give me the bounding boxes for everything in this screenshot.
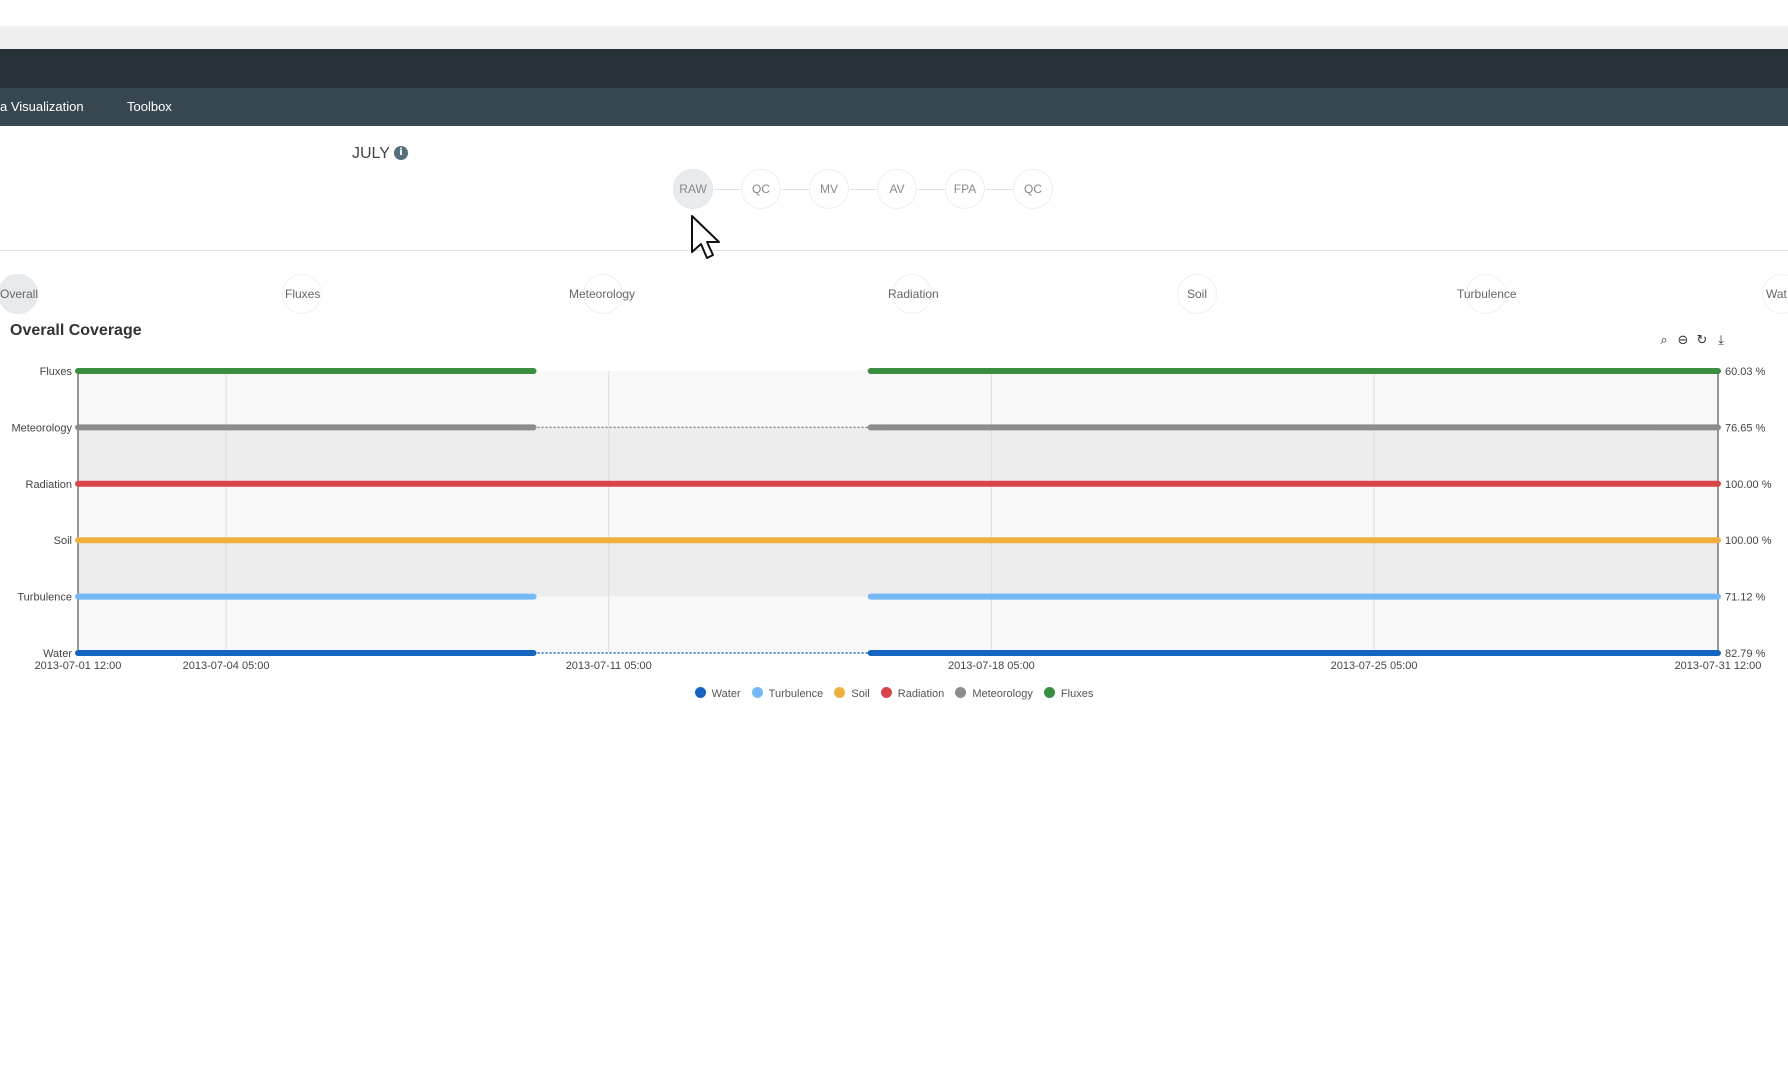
y-tick-label: Turbulence [17, 592, 72, 604]
coverage-label: 71.12 % [1725, 592, 1766, 604]
chart-legend: Water Turbulence Soil Radiation Meteorol… [0, 687, 1788, 700]
legend-label: Radiation [897, 688, 945, 700]
step-fpa-button[interactable]: FPA [945, 169, 985, 209]
legend-item-radiation[interactable]: Radiation [880, 687, 945, 700]
y-tick-label: Water [43, 648, 72, 660]
x-tick-label: 2013-07-31 12:00 [1675, 660, 1762, 672]
legend-label: Turbulence [768, 688, 824, 700]
legend-dot [694, 687, 706, 698]
month-label: JULY [352, 145, 390, 162]
legend-item-fluxes[interactable]: Fluxes [1043, 687, 1094, 700]
main-navbar: a Visualization Toolbox [0, 88, 1788, 126]
tab-soil[interactable]: Soil [1187, 274, 1207, 314]
plot-band [78, 371, 1718, 428]
app-header-bar [0, 49, 1788, 88]
tab-turbulence[interactable]: Turbulence [1457, 274, 1517, 314]
legend-item-turbulence[interactable]: Turbulence [751, 687, 824, 700]
y-tick-label: Soil [54, 535, 72, 547]
legend-item-meteorology[interactable]: Meteorology [955, 687, 1033, 700]
plot-band [78, 483, 1718, 541]
legend-dot [880, 687, 892, 698]
step-connector [918, 189, 946, 190]
legend-dot [955, 687, 967, 698]
tab-meteorology[interactable]: Meteorology [569, 274, 635, 314]
mouse-cursor-icon [691, 215, 720, 259]
legend-label: Meteorology [972, 688, 1033, 700]
coverage-label: 100.00 % [1725, 479, 1772, 491]
zoom-out-icon[interactable]: ⊖ [1675, 332, 1691, 348]
step-connector [714, 189, 742, 190]
x-tick-label: 2013-07-25 05:00 [1331, 660, 1418, 672]
plot-band [78, 596, 1718, 653]
zoom-in-icon[interactable]: ⌕ [1656, 332, 1672, 348]
step-av-button[interactable]: AV [877, 169, 917, 209]
y-tick-label: Radiation [26, 479, 72, 491]
step-raw-button[interactable]: RAW [673, 169, 713, 209]
x-tick-label: 2013-07-11 05:00 [566, 660, 652, 672]
legend-label: Water [711, 688, 741, 700]
legend-item-soil[interactable]: Soil [834, 687, 870, 700]
step-mv-button[interactable]: MV [809, 169, 849, 209]
coverage-label: 82.79 % [1725, 648, 1766, 660]
tab-radiation[interactable]: Radiation [888, 274, 939, 314]
step-connector [850, 189, 878, 190]
nav-item-toolbox[interactable]: Toolbox [127, 88, 172, 126]
legend-dot [834, 687, 846, 698]
x-tick-label: 2013-07-18 05:00 [948, 660, 1035, 672]
x-tick-label: 2013-07-01 12:00 [35, 660, 122, 672]
step-qc2-button[interactable]: QC [1013, 169, 1053, 209]
step-qc-button[interactable]: QC [741, 169, 781, 209]
y-tick-label: Fluxes [40, 366, 73, 378]
reset-icon[interactable]: ↻ [1694, 332, 1710, 348]
nav-item-visualization[interactable]: a Visualization [0, 88, 84, 126]
coverage-chart: Fluxes Meteorology Radiation Soil Turbulence… [11, 366, 1772, 672]
download-icon[interactable]: ⤓ [1713, 332, 1729, 348]
legend-dot [751, 687, 763, 698]
tab-water[interactable]: Wat [1766, 274, 1787, 314]
plot-band [78, 427, 1718, 484]
plot-band [78, 540, 1718, 597]
x-tick-label: 2013-07-04 05:00 [183, 660, 270, 672]
section-divider [0, 250, 1788, 251]
tab-overall[interactable]: Overall [0, 274, 38, 314]
step-connector [782, 189, 810, 190]
legend-dot [1043, 687, 1055, 698]
legend-item-water[interactable]: Water [694, 687, 741, 700]
tab-fluxes[interactable]: Fluxes [285, 274, 320, 314]
chart-title: Overall Coverage [10, 322, 142, 339]
legend-label: Soil [851, 688, 870, 700]
y-tick-label: Meteorology [11, 422, 72, 434]
legend-label: Fluxes [1060, 688, 1094, 700]
step-connector [986, 189, 1014, 190]
browser-top-strip [0, 26, 1788, 49]
coverage-label: 60.03 % [1725, 366, 1766, 378]
info-icon[interactable]: i [394, 146, 408, 160]
coverage-label: 100.00 % [1725, 535, 1772, 547]
coverage-label: 76.65 % [1725, 422, 1766, 434]
